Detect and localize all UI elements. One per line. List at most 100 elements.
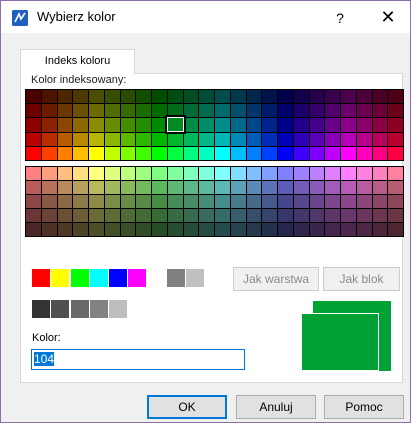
palette-cell[interactable] (89, 132, 104, 146)
palette-cell[interactable] (57, 167, 73, 180)
palette-cell[interactable] (246, 132, 262, 146)
palette-cell[interactable] (89, 146, 104, 160)
standard-color-swatch[interactable] (109, 269, 127, 287)
palette-cell[interactable] (372, 181, 388, 194)
palette-cell[interactable] (309, 223, 325, 236)
palette-cell[interactable] (341, 90, 356, 104)
palette-cell[interactable] (183, 132, 199, 146)
palette-cell[interactable] (341, 146, 356, 160)
palette-cell[interactable] (372, 146, 388, 160)
palette-cell[interactable] (262, 167, 277, 180)
palette-cell[interactable] (167, 118, 183, 132)
palette-cell[interactable] (26, 118, 41, 132)
palette-cell[interactable] (57, 181, 73, 194)
palette-cell[interactable] (325, 104, 340, 118)
palette-cell[interactable] (152, 118, 167, 132)
palette-cell[interactable] (57, 146, 73, 160)
palette-cell[interactable] (278, 209, 293, 222)
palette-cell[interactable] (26, 90, 41, 104)
palette-cell[interactable] (356, 146, 372, 160)
palette-cell[interactable] (136, 90, 151, 104)
palette-cell[interactable] (309, 104, 325, 118)
palette-cell[interactable] (73, 167, 88, 180)
palette-cell[interactable] (341, 209, 356, 222)
palette-cell[interactable] (388, 181, 403, 194)
help-title-button[interactable]: ? (327, 7, 353, 29)
palette-cell[interactable] (199, 146, 214, 160)
palette-cell[interactable] (215, 223, 230, 236)
palette-cell[interactable] (356, 118, 372, 132)
palette-cell[interactable] (104, 209, 120, 222)
palette-cell[interactable] (57, 118, 73, 132)
palette-cell[interactable] (293, 223, 309, 236)
palette-cell[interactable] (199, 104, 214, 118)
palette-cell[interactable] (293, 104, 309, 118)
palette-cell[interactable] (120, 132, 136, 146)
palette-cell[interactable] (372, 118, 388, 132)
palette-cell[interactable] (120, 223, 136, 236)
palette-cell[interactable] (246, 118, 262, 132)
palette-cell[interactable] (356, 104, 372, 118)
palette-cell[interactable] (152, 223, 167, 236)
palette-cell[interactable] (262, 132, 277, 146)
palette-cell[interactable] (309, 167, 325, 180)
palette-cell[interactable] (278, 132, 293, 146)
palette-cell[interactable] (57, 90, 73, 104)
palette-cell[interactable] (341, 118, 356, 132)
palette-cell[interactable] (89, 223, 104, 236)
palette-cell[interactable] (230, 195, 246, 208)
help-button[interactable]: Pomoc (324, 395, 404, 419)
palette-cell[interactable] (152, 181, 167, 194)
palette-cell[interactable] (57, 132, 73, 146)
cancel-button[interactable]: Anuluj (236, 395, 316, 419)
palette-cell[interactable] (120, 118, 136, 132)
palette-cell[interactable] (183, 104, 199, 118)
palette-cell[interactable] (183, 223, 199, 236)
palette-cell[interactable] (167, 209, 183, 222)
palette-cell[interactable] (262, 90, 277, 104)
palette-cell[interactable] (388, 195, 403, 208)
palette-cell[interactable] (278, 167, 293, 180)
palette-cell[interactable] (230, 223, 246, 236)
palette-cell[interactable] (356, 167, 372, 180)
palette-cell[interactable] (215, 104, 230, 118)
gray-color-swatch[interactable] (71, 300, 89, 318)
palette-cell[interactable] (356, 223, 372, 236)
palette-cell[interactable] (167, 132, 183, 146)
palette-cell[interactable] (89, 104, 104, 118)
palette-cell[interactable] (199, 167, 214, 180)
palette-cell[interactable] (199, 209, 214, 222)
palette-cell[interactable] (293, 90, 309, 104)
palette-cell[interactable] (183, 146, 199, 160)
palette-cell[interactable] (152, 132, 167, 146)
palette-cell[interactable] (26, 195, 41, 208)
palette-cell[interactable] (167, 195, 183, 208)
palette-cell[interactable] (167, 167, 183, 180)
palette-cell[interactable] (41, 195, 57, 208)
palette-cell[interactable] (120, 104, 136, 118)
palette-cell[interactable] (215, 181, 230, 194)
palette-cell[interactable] (230, 146, 246, 160)
palette-cell[interactable] (73, 181, 88, 194)
palette-cell[interactable] (388, 146, 403, 160)
palette-cell[interactable] (262, 209, 277, 222)
palette-cell[interactable] (341, 223, 356, 236)
palette-cell[interactable] (199, 90, 214, 104)
palette-cell[interactable] (309, 181, 325, 194)
palette-cell[interactable] (262, 104, 277, 118)
palette-cell[interactable] (41, 167, 57, 180)
palette-cell[interactable] (309, 118, 325, 132)
palette-cell[interactable] (136, 104, 151, 118)
palette-cell[interactable] (388, 118, 403, 132)
gray-color-swatch[interactable] (109, 300, 127, 318)
palette-cell[interactable] (293, 167, 309, 180)
palette-cell[interactable] (372, 195, 388, 208)
palette-cell[interactable] (230, 181, 246, 194)
palette-cell[interactable] (309, 195, 325, 208)
palette-cell[interactable] (167, 90, 183, 104)
standard-color-swatch[interactable] (128, 269, 146, 287)
palette-cell[interactable] (262, 195, 277, 208)
palette-cell[interactable] (41, 223, 57, 236)
color-input[interactable]: 104 (31, 349, 245, 370)
palette-cell[interactable] (57, 104, 73, 118)
